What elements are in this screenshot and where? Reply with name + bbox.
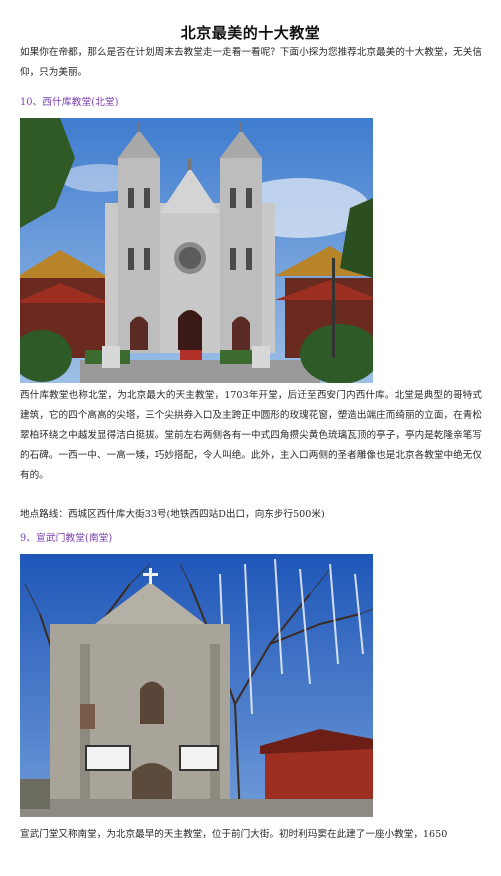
section-heading-nantang: 9、宣武门教堂(南堂) <box>20 533 113 544</box>
page-title: 北京最美的十大教堂 <box>180 24 321 42</box>
nantang-photo <box>20 554 373 817</box>
beitang-description: 西什库教堂也称北堂，为北京最大的天主教堂，1703年开堂，后迁至西安门内西什库。… <box>20 390 482 481</box>
beitang-photo <box>20 118 373 383</box>
document-page: 北京最美的十大教堂 如果你在帝都，那么是否在计划周末去教堂走一走看一看呢？下面小… <box>0 0 501 876</box>
section-heading-beitang: 10、西什库教堂(北堂) <box>20 97 119 108</box>
intro-paragraph: 如果你在帝都，那么是否在计划周末去教堂走一走看一看呢？下面小探为您推荐北京最美的… <box>20 47 482 78</box>
nantang-description: 宣武门堂又称南堂，为北京最早的天主教堂，位于前门大街。初时利玛窦在此建了一座小教… <box>20 829 448 840</box>
beitang-route: 地点路线：西城区西什库大街33号(地铁西四站D出口，向东步行500米) <box>20 509 325 520</box>
